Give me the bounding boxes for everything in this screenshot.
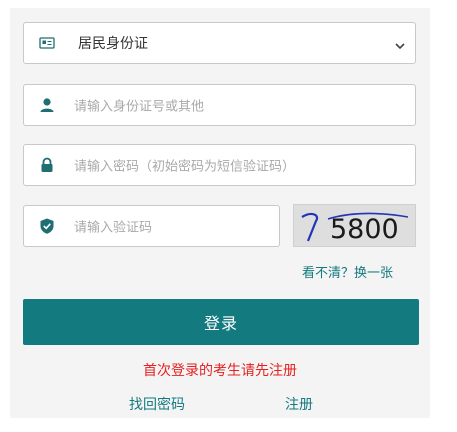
- lock-icon: [38, 156, 56, 174]
- register-link[interactable]: 注册: [285, 394, 313, 414]
- chevron-down-icon: [394, 37, 406, 50]
- user-icon: [38, 96, 56, 114]
- captcha-image[interactable]: 5800: [293, 204, 416, 247]
- refresh-captcha-link[interactable]: 看不清？换一张: [302, 262, 393, 281]
- password-input[interactable]: 请输入密码（初始密码为短信验证码）: [23, 144, 416, 186]
- id-type-value: 居民身份证: [78, 36, 148, 52]
- id-number-input[interactable]: 请输入身份证号或其他: [23, 84, 416, 126]
- first-login-notice[interactable]: 首次登录的考生请先注册: [0, 360, 440, 380]
- captcha-input[interactable]: 请输入验证码: [23, 205, 280, 247]
- shield-check-icon: [38, 217, 56, 235]
- password-placeholder: 请输入密码（初始密码为短信验证码）: [74, 159, 296, 175]
- captcha-text: 5800: [330, 214, 399, 245]
- id-number-placeholder: 请输入身份证号或其他: [74, 99, 205, 115]
- id-type-select[interactable]: 居民身份证: [23, 22, 416, 64]
- captcha-placeholder: 请输入验证码: [74, 220, 153, 236]
- id-card-icon: [38, 34, 56, 52]
- retrieve-password-link[interactable]: 找回密码: [129, 394, 185, 414]
- login-button[interactable]: 登录: [23, 299, 419, 345]
